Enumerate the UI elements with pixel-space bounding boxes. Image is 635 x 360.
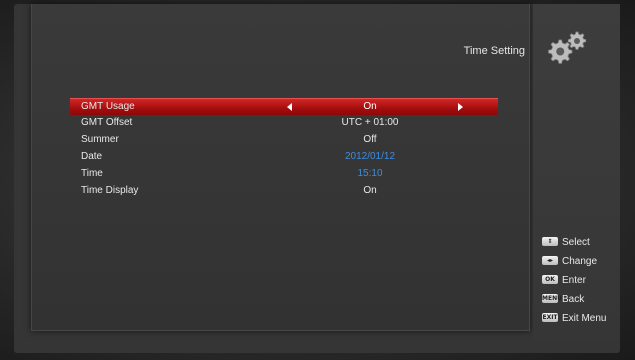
menu-row-value: 15:10 <box>357 168 383 179</box>
left-right-key-icon: ◂▸ <box>542 255 558 265</box>
legend-label: Back <box>562 294 585 305</box>
legend-exit: EXIT Exit Menu <box>542 312 606 331</box>
legend-enter: OK Enter <box>542 274 606 293</box>
menu-row-label: Summer <box>81 134 119 145</box>
menu-row-gmt-offset[interactable]: GMT Offset UTC + 01:00 <box>70 115 498 131</box>
legend-label: Enter <box>562 275 586 286</box>
legend-change: ◂▸ Change <box>542 255 606 274</box>
menu-row-time[interactable]: Time 15:10 <box>70 166 498 182</box>
legend-back: MENUBack <box>542 293 606 312</box>
arrow-right-icon[interactable] <box>458 103 463 111</box>
legend-select: ⇕ Select <box>542 236 606 255</box>
up-down-key-icon: ⇕ <box>542 236 558 246</box>
menu-row-date[interactable]: Date 2012/01/12 <box>70 149 498 165</box>
menu-row-value: Off <box>363 134 377 145</box>
gear-icon <box>548 31 587 64</box>
exit-key-icon: EXIT <box>542 312 558 322</box>
page-title: Time Setting <box>463 45 525 57</box>
menu-key-icon: MENU <box>542 293 562 303</box>
key-legend: ⇕ Select ◂▸ Change OK Enter MENUBack EXIT Ex… <box>542 236 606 331</box>
menu-row-label: Time <box>81 168 103 179</box>
menu-row-time-display[interactable]: Time Display On <box>70 183 498 199</box>
menu-row-value: On <box>363 185 377 196</box>
menu-row-value: UTC + 01:00 <box>341 117 399 128</box>
legend-label: Change <box>562 256 598 267</box>
legend-label: Exit Menu <box>562 313 607 324</box>
menu-row-value: 2012/01/12 <box>344 151 396 162</box>
menu-row-value: On <box>363 101 377 112</box>
menu-row-label: GMT Offset <box>81 117 133 128</box>
menu-row-summer[interactable]: Summer Off <box>70 132 498 148</box>
menu-row-gmt-usage[interactable]: GMT Usage On <box>70 98 498 115</box>
menu-row-label: Date <box>81 151 103 162</box>
legend-label: Select <box>562 237 590 248</box>
menu-row-label: Time Display <box>81 185 139 196</box>
menu-row-label: GMT Usage <box>81 101 135 112</box>
ok-key-icon: OK <box>542 274 558 284</box>
arrow-left-icon[interactable] <box>287 103 292 111</box>
